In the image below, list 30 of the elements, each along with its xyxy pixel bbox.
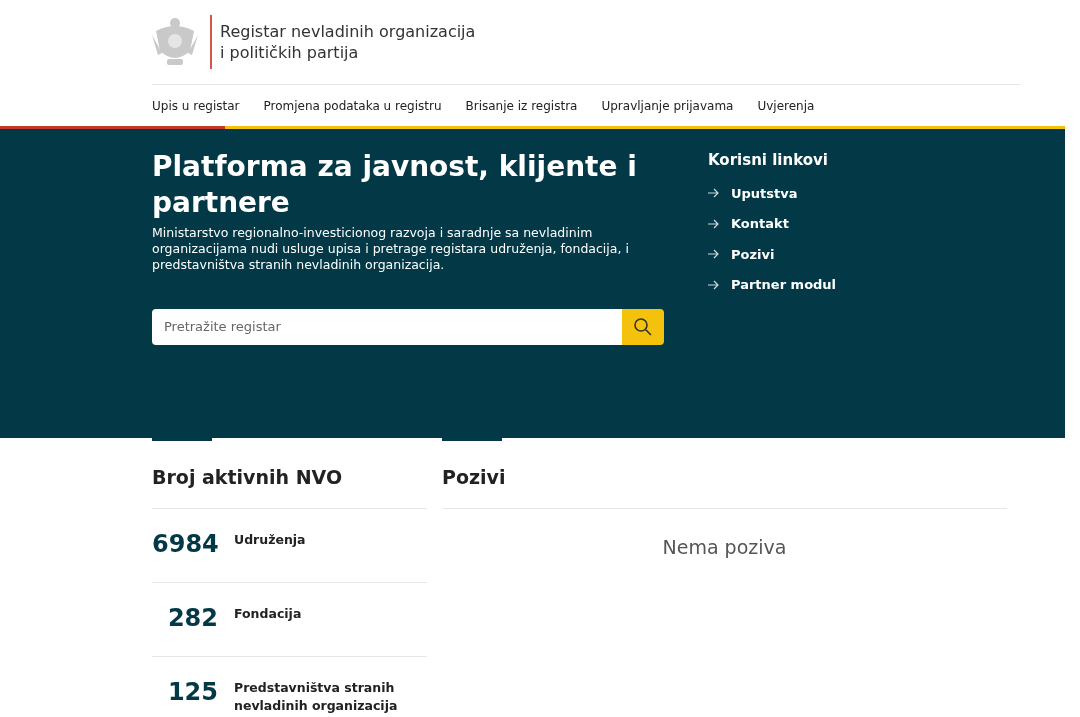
- stat-label: Udruženja: [234, 531, 307, 549]
- stat-count: 282: [166, 603, 218, 634]
- empty-message: Nema poziva: [661, 535, 788, 560]
- links-heading: Korisni linkovi: [708, 150, 829, 171]
- section-heading: Pozivi: [442, 441, 1007, 509]
- search-field[interactable]: Pretražite registar: [152, 309, 622, 345]
- stat-label: Predstavništva stranih nevladinih organizacija: [234, 679, 399, 715]
- quick-link[interactable]: Kontakt: [731, 214, 789, 234]
- search-icon: [633, 317, 653, 337]
- quick-link[interactable]: Pozivi: [731, 244, 775, 264]
- stat-count: 6984: [152, 529, 218, 560]
- nav-link[interactable]: Promjena podataka u registru: [263, 96, 442, 115]
- arrow-right-icon: [708, 279, 719, 290]
- arrow-right-icon: [708, 188, 719, 199]
- search-button[interactable]: [622, 309, 664, 345]
- nav-link[interactable]: Upravljanje prijavama: [601, 96, 734, 115]
- nav-link[interactable]: Upis u registar: [152, 96, 240, 115]
- nav-link[interactable]: Uvjerenja: [757, 96, 815, 115]
- hero-title: Platforma za javnost, klijente i partnere: [152, 149, 638, 221]
- arrow-right-icon: [708, 218, 719, 229]
- nav-link[interactable]: Brisanje iz registra: [465, 96, 578, 115]
- site-title: i političkih partija: [220, 42, 360, 63]
- hero-description: Ministarstvo regionalno-investicionog razvoja i saradnje sa nevladinim organizacijama nudi usluge upisa i pretrage registara udruženja, fondacija, i predstavništva stranih nevladinih organizacija.: [152, 225, 630, 273]
- stat-label: Fondacija: [234, 605, 303, 623]
- quick-link[interactable]: Partner modul: [731, 275, 837, 295]
- arrow-right-icon: [708, 249, 719, 260]
- quick-link[interactable]: Uputstva: [731, 183, 798, 203]
- site-title: Registar nevladinih organizacija: [220, 21, 476, 42]
- section-heading: Broj aktivnih NVO: [152, 441, 427, 509]
- stat-count: 125: [166, 677, 218, 708]
